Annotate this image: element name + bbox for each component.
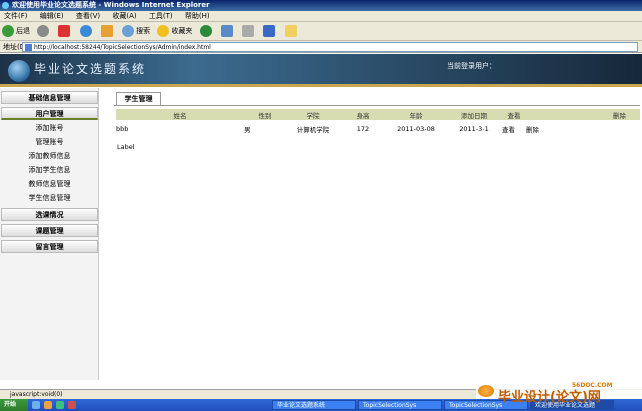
status-text: javascript:void(0) xyxy=(10,391,63,398)
col-height: 身高 xyxy=(340,109,386,120)
favorites-button[interactable]: 收藏夹 xyxy=(157,22,192,41)
cell-name: bbb xyxy=(116,124,129,133)
col-age: 年龄 xyxy=(386,109,446,120)
main-content: 学生管理 姓名 性别 学院 身高 年龄 添加日期 查看 删除 bbb 男 计算机… xyxy=(100,88,642,380)
address-bar: 地址(D) http://localhost:58244/TopicSelect… xyxy=(0,41,642,53)
quicklaunch-app-icon[interactable] xyxy=(56,401,64,409)
sidebar-item-add-student[interactable]: 添加学生信息 xyxy=(0,163,99,177)
mail-icon xyxy=(220,25,233,37)
refresh-icon xyxy=(79,25,92,37)
edit-button[interactable] xyxy=(263,22,277,41)
sidebar-item-add-account[interactable]: 添加账号 xyxy=(0,121,99,135)
col-gender: 性别 xyxy=(244,109,286,120)
site-logo: 毕业论文选题系统 xyxy=(34,62,147,76)
delete-link[interactable]: 删除 xyxy=(526,120,640,137)
quicklaunch-ie-icon[interactable] xyxy=(32,401,40,409)
table-row: bbb 男 计算机学院 172 2011-03-08 2011-3-1 查看 删… xyxy=(116,120,640,137)
menu-favorites[interactable]: 收藏(A) xyxy=(112,12,136,20)
history-button[interactable] xyxy=(199,22,214,41)
search-label: 搜索 xyxy=(136,27,151,35)
start-button[interactable]: 开始 xyxy=(0,399,28,411)
home-icon xyxy=(100,25,113,37)
browser-toolbar: 后退 搜索 收藏夹 xyxy=(0,22,642,41)
watermark-text: 毕业设计(论文)网 xyxy=(498,390,601,405)
cell-gender: 男 xyxy=(244,125,251,134)
tab-panel: 姓名 性别 学院 身高 年龄 添加日期 查看 删除 bbb 男 计算机学院 17… xyxy=(114,105,640,165)
mail-button[interactable] xyxy=(220,22,235,41)
menu-view[interactable]: 查看(V) xyxy=(76,12,100,20)
stop-icon xyxy=(58,25,71,37)
menu-edit[interactable]: 编辑(E) xyxy=(40,12,64,20)
student-table: 姓名 性别 学院 身高 年龄 添加日期 查看 删除 bbb 男 计算机学院 17… xyxy=(116,109,640,137)
sidebar-topic-management[interactable]: 课题管理 xyxy=(1,224,98,237)
tab-student-management[interactable]: 学生管理 xyxy=(116,92,161,105)
cell-age: 2011-03-08 xyxy=(397,124,435,133)
window-title: 欢迎使用毕业论文选题系统 - Windows Internet Explorer xyxy=(12,1,210,9)
table-header-row: 姓名 性别 学院 身高 年龄 添加日期 查看 删除 xyxy=(116,109,640,120)
back-button[interactable]: 后退 xyxy=(2,22,30,41)
ie-icon xyxy=(2,2,9,9)
search-icon xyxy=(122,25,135,37)
sidebar-item-teacher-info[interactable]: 教师信息管理 xyxy=(0,177,99,191)
result-label: Label xyxy=(117,143,135,151)
quicklaunch-app-icon[interactable] xyxy=(44,401,52,409)
menu-help[interactable]: 帮助(H) xyxy=(185,12,210,20)
home-button[interactable] xyxy=(100,22,115,41)
page-icon xyxy=(25,44,32,51)
sidebar-basic-info[interactable]: 基础信息管理 xyxy=(1,91,98,104)
watermark-logo-icon xyxy=(478,385,494,397)
site-banner: 毕业论文选题系统 当前登录用户： xyxy=(0,54,642,87)
menu-tools[interactable]: 工具(T) xyxy=(149,12,173,20)
stop-button[interactable] xyxy=(58,22,72,41)
banner-stripe xyxy=(0,84,642,87)
sidebar-course-selection[interactable]: 选课情况 xyxy=(1,208,98,221)
print-icon xyxy=(242,25,255,37)
print-button[interactable] xyxy=(242,22,256,41)
back-arrow-icon xyxy=(2,25,14,37)
watermark: 56DOC.COM 毕业设计(论文)网 xyxy=(476,382,642,405)
col-delete: 删除 xyxy=(526,109,640,120)
word-icon xyxy=(263,25,276,37)
view-link[interactable]: 查看 xyxy=(502,120,526,137)
col-view: 查看 xyxy=(502,109,526,120)
back-label: 后退 xyxy=(16,27,30,35)
col-college: 学院 xyxy=(286,109,340,120)
folder-icon xyxy=(284,25,297,37)
col-name: 姓名 xyxy=(116,109,244,120)
folder-button[interactable] xyxy=(284,22,299,41)
sidebar-item-add-teacher[interactable]: 添加教师信息 xyxy=(0,149,99,163)
address-input[interactable]: http://localhost:58244/TopicSelectionSys… xyxy=(22,42,638,52)
sidebar-item-student-info[interactable]: 学生信息管理 xyxy=(0,191,99,205)
star-icon xyxy=(157,25,170,37)
sidebar: 基础信息管理 用户管理 添加账号 管理账号 添加教师信息 添加学生信息 教师信息… xyxy=(0,88,99,380)
task-topic-system[interactable]: 毕业论文选题系统 xyxy=(272,400,356,410)
cell-date: 2011-3-1 xyxy=(459,124,489,133)
window-titlebar: 欢迎使用毕业论文选题系统 - Windows Internet Explorer xyxy=(0,0,642,11)
sidebar-item-manage-account[interactable]: 管理账号 xyxy=(0,135,99,149)
quicklaunch-app-icon[interactable] xyxy=(68,401,76,409)
sidebar-message-management[interactable]: 留言管理 xyxy=(1,240,98,253)
favorites-label: 收藏夹 xyxy=(171,27,193,35)
task-topic-sys-folder[interactable]: TopicSelectionSys xyxy=(358,400,442,410)
menu-bar: 文件(F) 编辑(E) 查看(V) 收藏(A) 工具(T) 帮助(H) xyxy=(0,11,642,22)
sidebar-user-management[interactable]: 用户管理 xyxy=(1,107,98,120)
globe-icon xyxy=(8,60,30,82)
forward-arrow-icon xyxy=(37,25,50,37)
search-button[interactable]: 搜索 xyxy=(122,22,150,41)
history-icon xyxy=(199,25,212,37)
cell-height: 172 xyxy=(356,124,370,133)
address-url: http://localhost:58244/TopicSelectionSys… xyxy=(34,44,211,51)
cell-college: 计算机学院 xyxy=(296,125,330,134)
current-user-label: 当前登录用户： xyxy=(447,62,496,70)
refresh-button[interactable] xyxy=(79,22,94,41)
menu-file[interactable]: 文件(F) xyxy=(4,12,28,20)
col-date: 添加日期 xyxy=(446,109,502,120)
forward-button[interactable] xyxy=(37,22,51,41)
